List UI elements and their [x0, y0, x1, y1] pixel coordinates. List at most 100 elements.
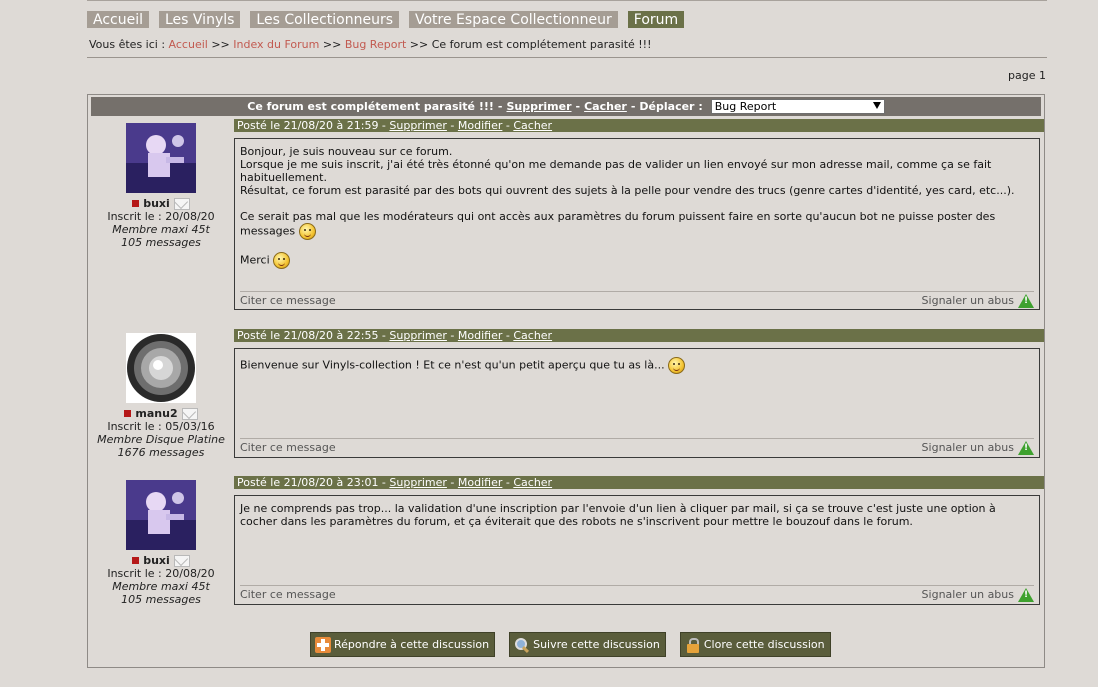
avatar[interactable]: [126, 333, 196, 403]
post-hide-link[interactable]: Cacher: [513, 119, 552, 132]
username-row: buxi: [88, 554, 234, 567]
separator: -: [446, 119, 458, 132]
main-nav: Accueil Les Vinyls Les Collectionneurs V…: [87, 11, 685, 29]
separator: -: [497, 100, 503, 113]
breadcrumb: Vous êtes ici : Accueil >> Index du Foru…: [89, 38, 652, 51]
header-divider: [87, 57, 1047, 58]
separator: -: [502, 476, 514, 489]
avatar[interactable]: [126, 123, 196, 193]
separator: -: [446, 476, 458, 489]
nav-forum[interactable]: Forum: [627, 11, 685, 28]
topic-title: Ce forum est complétement parasité !!!: [247, 100, 494, 113]
separator: -: [502, 329, 514, 342]
report-abuse-link[interactable]: Signaler un abus!: [922, 440, 1034, 456]
user-info: manu2 Inscrit le : 05/03/16 Membre Disqu…: [88, 333, 234, 459]
lock-icon: [685, 637, 701, 653]
magnifier-icon: [514, 637, 530, 653]
post-delete-link[interactable]: Supprimer: [389, 329, 447, 342]
user-rank: Membre maxi 45t: [112, 580, 210, 593]
close-discussion-button[interactable]: Clore cette discussion: [679, 632, 831, 657]
top-divider: [87, 0, 1047, 1]
breadcrumb-home-link[interactable]: Accueil: [169, 38, 208, 51]
message-line: Je ne comprends pas trop... la validatio…: [240, 502, 996, 528]
message-line: Résultat, ce forum est parasité par des …: [240, 184, 1015, 197]
report-label: Signaler un abus: [921, 294, 1014, 307]
post-edit-link[interactable]: Modifier: [458, 329, 502, 342]
user-info: buxi Inscrit le : 20/08/20 Membre maxi 4…: [88, 123, 234, 249]
move-label: Déplacer :: [639, 100, 703, 113]
user-rank: Membre Disque Platine: [97, 433, 225, 446]
separator: -: [502, 119, 514, 132]
report-abuse-link[interactable]: Signaler un abus!: [922, 293, 1034, 309]
username-row: manu2: [88, 407, 234, 420]
offline-status-icon: [132, 200, 140, 207]
reply-button-label: Répondre à cette discussion: [334, 638, 490, 651]
post-footer: Citer ce message Signaler un abus!: [240, 291, 1034, 310]
report-abuse-link[interactable]: Signaler un abus!: [922, 587, 1034, 603]
post-hide-link[interactable]: Cacher: [513, 329, 552, 342]
post-body: Bienvenue sur Vinyls-collection ! Et ce …: [234, 348, 1040, 458]
post-message: Bienvenue sur Vinyls-collection ! Et ce …: [240, 357, 1031, 374]
post-message: Je ne comprends pas trop... la validatio…: [240, 502, 1031, 528]
nav-les-collectionneurs[interactable]: Les Collectionneurs: [250, 11, 399, 28]
user-registered: Inscrit le : 20/08/20: [107, 567, 215, 580]
warning-icon: !: [1018, 588, 1034, 602]
breadcrumb-category-link[interactable]: Bug Report: [345, 38, 406, 51]
post-body: Je ne comprends pas trop... la validatio…: [234, 495, 1040, 605]
move-category-select[interactable]: Bug Report: [710, 99, 885, 114]
breadcrumb-separator: >>: [319, 38, 345, 51]
nav-accueil[interactable]: Accueil: [87, 11, 149, 28]
post-edit-link[interactable]: Modifier: [458, 119, 502, 132]
user-registered: Inscrit le : 05/03/16: [107, 420, 215, 433]
message-line: Bienvenue sur Vinyls-collection ! Et ce …: [240, 358, 665, 372]
user-message-count: 105 messages: [121, 593, 201, 606]
breadcrumb-forum-index-link[interactable]: Index du Forum: [233, 38, 319, 51]
nav-espace-collectionneur[interactable]: Votre Espace Collectionneur: [409, 11, 618, 28]
user-message-count: 105 messages: [121, 236, 201, 249]
username[interactable]: buxi: [143, 554, 170, 567]
mail-icon[interactable]: [181, 407, 198, 420]
post-hide-link[interactable]: Cacher: [513, 476, 552, 489]
topic-header: Ce forum est complétement parasité !!! -…: [91, 97, 1041, 116]
follow-button-label: Suivre cette discussion: [533, 638, 660, 651]
user-rank: Membre maxi 45t: [112, 223, 210, 236]
user-message-count: 1676 messages: [117, 446, 205, 459]
separator: -: [446, 329, 458, 342]
mail-icon[interactable]: [173, 197, 190, 210]
topic-container: Ce forum est complétement parasité !!! -…: [87, 94, 1045, 668]
discussion-actions: Répondre à cette discussion Suivre cette…: [310, 632, 831, 657]
post-delete-link[interactable]: Supprimer: [389, 119, 447, 132]
avatar[interactable]: [126, 480, 196, 550]
topic-hide-link[interactable]: Cacher: [584, 100, 627, 113]
breadcrumb-prefix: Vous êtes ici :: [89, 38, 169, 51]
post-date: Posté le 21/08/20 à 23:01: [237, 476, 379, 489]
post-body: Bonjour, je suis nouveau sur ce forum. L…: [234, 138, 1040, 310]
wink-smiley-icon: [273, 252, 291, 269]
username[interactable]: manu2: [135, 407, 177, 420]
post-footer: Citer ce message Signaler un abus!: [240, 438, 1034, 457]
message-line: Lorsque je me suis inscrit, j'ai été trè…: [240, 158, 992, 184]
nav-les-vinyls[interactable]: Les Vinyls: [159, 11, 241, 28]
quote-message-link[interactable]: Citer ce message: [240, 440, 336, 456]
follow-button[interactable]: Suivre cette discussion: [509, 632, 666, 657]
report-label: Signaler un abus: [921, 441, 1014, 454]
post-footer: Citer ce message Signaler un abus!: [240, 585, 1034, 604]
move-selected-value: Bug Report: [714, 100, 777, 113]
post-delete-link[interactable]: Supprimer: [389, 476, 447, 489]
breadcrumb-separator: >>: [406, 38, 432, 51]
reply-button[interactable]: Répondre à cette discussion: [310, 632, 496, 657]
quote-message-link[interactable]: Citer ce message: [240, 587, 336, 603]
mail-icon[interactable]: [173, 554, 190, 567]
username[interactable]: buxi: [143, 197, 170, 210]
laughing-smiley-icon: [668, 357, 686, 374]
message-line: Bonjour, je suis nouveau sur ce forum.: [240, 145, 453, 158]
post-edit-link[interactable]: Modifier: [458, 476, 502, 489]
post-header: Posté le 21/08/20 à 22:55 - Supprimer - …: [234, 329, 1044, 342]
separator: -: [378, 476, 390, 489]
separator: -: [378, 119, 390, 132]
separator: -: [575, 100, 581, 113]
page-indicator: page 1: [1008, 69, 1046, 82]
topic-delete-link[interactable]: Supprimer: [506, 100, 571, 113]
quote-message-link[interactable]: Citer ce message: [240, 293, 336, 309]
warning-icon: !: [1018, 294, 1034, 308]
